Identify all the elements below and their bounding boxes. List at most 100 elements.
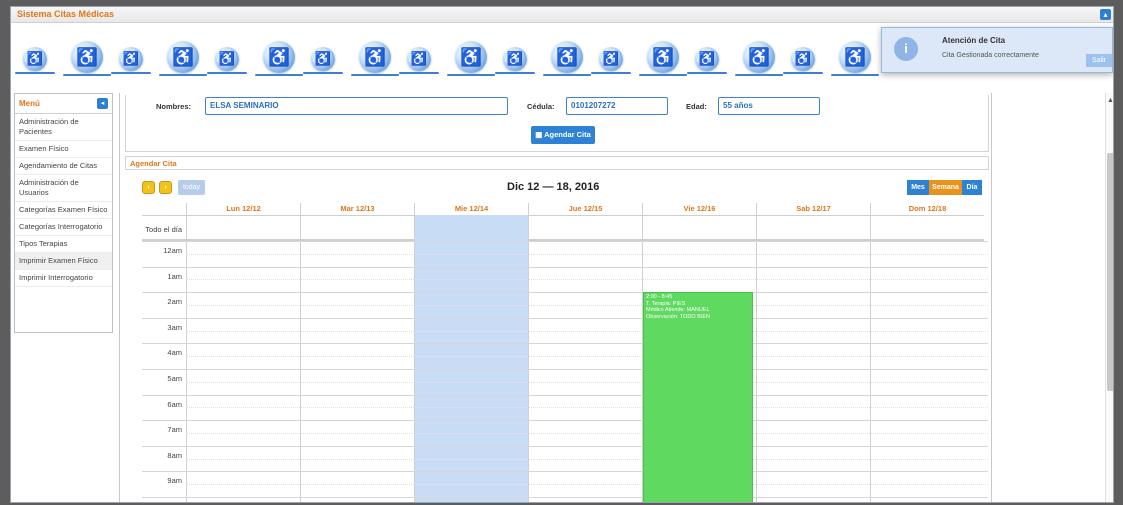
- view-day-button[interactable]: Día: [962, 180, 982, 195]
- hour-label: 4am: [167, 348, 182, 358]
- collapse-icon[interactable]: ▴: [1100, 9, 1111, 20]
- half-hour-line: [186, 253, 988, 255]
- prev-week-icon[interactable]: ‹: [142, 181, 155, 194]
- half-hour-line: [186, 484, 988, 486]
- sidebar-item-imprimir-interrogatorio[interactable]: Imprimir Interrogatorio: [15, 270, 112, 287]
- hour-label: 12am: [163, 246, 182, 255]
- logo-underline: [687, 72, 727, 74]
- name-field[interactable]: ELSA SEMINARIO: [205, 97, 508, 115]
- section-title: Agendar Cita: [130, 159, 177, 168]
- sidebar-item-admin-pacientes[interactable]: Administración de Pacientes: [15, 114, 112, 141]
- view-week-button[interactable]: Semana: [929, 180, 962, 195]
- sidebar-item-imprimir-examen[interactable]: Imprimir Examen Físico: [15, 253, 112, 270]
- half-hour-line: [186, 279, 988, 281]
- day-header: Jue 12/15: [528, 203, 642, 215]
- id-label: Cédula:: [527, 102, 555, 111]
- logo-underline: [639, 74, 687, 76]
- wheelchair-logo-icon: ♿: [23, 47, 47, 71]
- logo-underline: [63, 74, 111, 76]
- half-hour-line: [186, 433, 988, 434]
- sidebar-header: Menú ◂: [15, 94, 112, 114]
- day-header: Dom 12/18: [870, 203, 984, 215]
- wheelchair-logo-icon: ♿: [71, 41, 103, 73]
- date-range: Dic 12 — 18, 2016: [507, 181, 600, 193]
- wheelchair-glyph: ♿: [268, 47, 290, 67]
- notification-message: Cita Gestionada correctamente: [942, 52, 1039, 59]
- view-month-button[interactable]: Mes: [907, 180, 929, 195]
- wheelchair-glyph: ♿: [460, 47, 482, 67]
- logo-underline: [831, 74, 879, 76]
- sidebar-item-admin-usuarios[interactable]: Administración de Usuarios: [15, 175, 112, 202]
- scroll-up-icon[interactable]: ▲: [1107, 97, 1113, 104]
- wheelchair-glyph: ♿: [652, 47, 674, 67]
- patient-form: Nombres: ELSA SEMINARIO Cédula: 01012072…: [125, 95, 989, 152]
- wheelchair-glyph: ♿: [556, 47, 578, 67]
- logo-underline: [255, 74, 303, 76]
- wheelchair-glyph: ♿: [698, 51, 716, 66]
- exit-button[interactable]: Salir: [1086, 54, 1112, 67]
- schedule-section-header: Agendar Cita: [125, 156, 989, 170]
- id-field[interactable]: 0101207272: [566, 97, 668, 115]
- vertical-scrollbar[interactable]: ▲: [1105, 93, 1113, 502]
- schedule-button-label: Agendar Cita: [544, 130, 591, 139]
- logo-underline: [783, 72, 823, 74]
- name-label: Nombres:: [156, 102, 192, 111]
- wheelchair-glyph: ♿: [218, 51, 236, 66]
- logo-underline: [159, 74, 207, 76]
- logo-underline: [111, 72, 151, 74]
- age-field[interactable]: 55 años: [718, 97, 820, 115]
- calendar-toolbar: ‹ › today Dic 12 — 18, 2016 Mes Semana D…: [142, 179, 982, 197]
- wheelchair-glyph: ♿: [314, 51, 332, 66]
- logo-underline: [543, 74, 591, 76]
- sidebar-item-categorias-examen[interactable]: Categorías Examen Físico: [15, 202, 112, 219]
- day-header: Mie 12/14: [414, 203, 528, 215]
- wheelchair-glyph: ♿: [172, 47, 194, 67]
- wheelchair-glyph: ♿: [506, 51, 524, 66]
- day-header: Lun 12/12: [186, 203, 300, 215]
- title-bar: Sistema Citas Médicas ▴: [11, 7, 1113, 23]
- wheelchair-logo-icon: ♿: [407, 47, 431, 71]
- sidebar-menu: Menú ◂ Administración de Pacientes Exame…: [14, 93, 113, 333]
- main-panel: Nombres: ELSA SEMINARIO Cédula: 01012072…: [119, 93, 992, 503]
- hour-label: 6am: [167, 399, 182, 409]
- logo-underline: [495, 72, 535, 74]
- hour-label: 10am: [142, 502, 182, 503]
- calendar-grid: Todo el día Lun 12/12 Mar 12/13 Mie 12/14 Ju…: [142, 203, 988, 503]
- event-detail: Observación: TODO BIEN: [646, 313, 710, 320]
- wheelchair-logo-icon: ♿: [503, 47, 527, 71]
- scroll-thumb[interactable]: [1107, 153, 1113, 391]
- half-hour-line: [186, 356, 988, 358]
- sidebar-item-tipos-terapias[interactable]: Tipos Terapias: [15, 236, 112, 253]
- wheelchair-logo-icon: ♿: [167, 41, 199, 73]
- day-header: Sab 12/17: [756, 203, 870, 215]
- wheelchair-logo-icon: ♿: [215, 47, 239, 71]
- wheelchair-glyph: ♿: [794, 51, 812, 66]
- wheelchair-logo-icon: ♿: [311, 47, 335, 71]
- hour-label: 9am: [167, 476, 182, 486]
- schedule-appointment-button[interactable]: ▦ Agendar Cita: [531, 126, 595, 144]
- hour-label: 2am: [167, 297, 182, 307]
- logo-underline: [591, 72, 631, 74]
- today-button[interactable]: today: [178, 180, 205, 195]
- hour-label: 8am: [167, 450, 182, 460]
- wheelchair-logo-icon: ♿: [599, 47, 623, 71]
- wheelchair-logo-icon: ♿: [455, 41, 487, 73]
- next-week-icon[interactable]: ›: [159, 181, 172, 194]
- banner: ♿ ♿ ♿ ♿ ♿ ♿ ♿ ♿ ♿ ♿ ♿ ♿ ♿ ♿ ♿ ♿ ♿ ♿ i Atención de Cita Ci…: [11, 23, 1113, 88]
- age-label: Edad:: [686, 102, 707, 111]
- sidebar-item-categorias-interrogatorio[interactable]: Categorías Interrogatorio: [15, 219, 112, 236]
- logo-underline: [351, 74, 399, 76]
- wheelchair-glyph: ♿: [844, 47, 866, 67]
- collapse-left-icon[interactable]: ◂: [97, 98, 108, 109]
- wheelchair-logo-icon: ♿: [359, 41, 391, 73]
- appointment-event[interactable]: 2:00 - 8:45 T. Terapia: PIES Médico Atiend…: [643, 292, 753, 502]
- app-window: Sistema Citas Médicas ▴ ♿ ♿ ♿ ♿ ♿ ♿ ♿ ♿ ♿ ♿ ♿ ♿ ♿ ♿ ♿ ♿…: [10, 6, 1114, 503]
- hour-row: [142, 497, 988, 502]
- wheelchair-glyph: ♿: [26, 51, 44, 66]
- logo-underline: [399, 72, 439, 74]
- sidebar-item-agendamiento[interactable]: Agendamiento de Citas: [15, 158, 112, 175]
- allday-label: Todo el día: [145, 225, 182, 234]
- sidebar-item-examen-fisico[interactable]: Examen Físico: [15, 141, 112, 158]
- wheelchair-glyph: ♿: [748, 47, 770, 67]
- wheelchair-logo-icon: ♿: [743, 41, 775, 73]
